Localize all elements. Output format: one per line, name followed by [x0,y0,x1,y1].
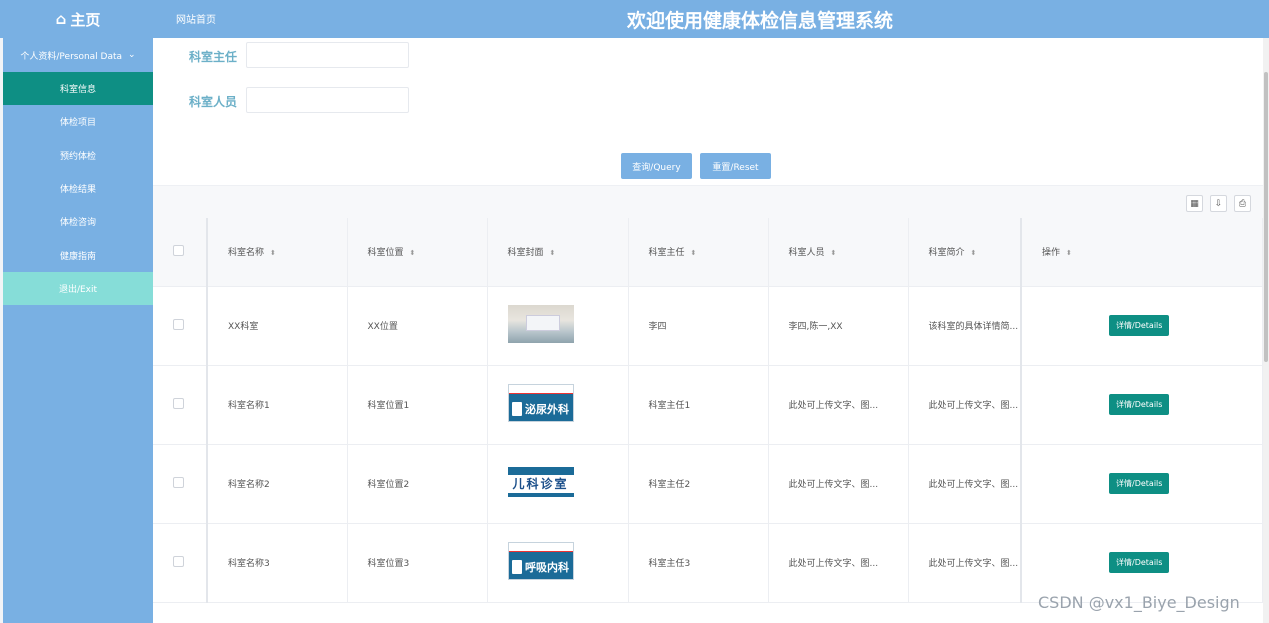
sort-icon: ⬍ [690,249,697,258]
chevron-down-icon: ⌄ [128,50,136,60]
sort-icon: ⬍ [549,249,556,258]
staff-input[interactable] [246,87,409,113]
cover-image [507,305,574,343]
column-header-actions[interactable]: 操作 ⬍ [1020,218,1263,287]
column-header-intro[interactable]: 科室简介 ⬍ [908,218,1022,287]
director-input[interactable] [246,42,409,68]
scrollbar-thumb[interactable] [1264,72,1268,362]
sidebar-item-exit[interactable]: 退出/Exit [3,271,153,306]
cell-name: 科室名称2 [207,444,348,524]
sort-icon: ⬍ [1066,249,1072,258]
department-table: 科室名称 ⬍ 科室位置 ⬍ 科室封面 ⬍ 科室主任 ⬍ 科室人员 ⬍ 科室简介 ⬍ 操作 ⬍ … [153,218,1263,603]
cover-image: 呼吸内科 [507,542,574,580]
sidebar-item-exam-results[interactable]: 体检结果 [3,172,153,205]
table-row: XX科室 XX位置 李四 李四,陈一,XX 该科室的具体详情简... 详情/De… [153,286,1263,366]
table-header-row: 科室名称 ⬍ 科室位置 ⬍ 科室封面 ⬍ 科室主任 ⬍ 科室人员 ⬍ 科室简介 ⬍ 操作 ⬍ [153,218,1263,287]
cell-location: 科室位置1 [347,365,488,445]
details-button[interactable]: 详情/Details [1109,315,1170,336]
sidebar-item-department-info[interactable]: 科室信息 [3,72,153,106]
app-frame: ⌂ 主页 网站首页 欢迎使用健康体检信息管理系统 个人资料/Personal D… [0,0,1269,623]
staff-label: 科室人员 [189,95,238,109]
row-checkbox[interactable] [173,476,184,488]
sidebar-item-health-guide[interactable]: 健康指南 [3,238,153,271]
row-checkbox[interactable] [173,318,184,330]
cell-director: 科室主任2 [628,444,769,524]
home-logo[interactable]: ⌂ 主页 [3,0,153,38]
cell-cover [487,286,629,366]
cell-location: XX位置 [347,286,488,366]
cell-name: 科室名称3 [207,523,348,603]
column-header-cover[interactable]: 科室封面 ⬍ [487,218,629,287]
cell-location: 科室位置2 [347,444,488,524]
sort-icon: ⬍ [409,249,416,258]
cell-staff: 此处可上传文字、图... [768,365,909,445]
sort-icon: ⬍ [270,249,276,258]
sidebar-item-exam-items[interactable]: 体检项目 [3,105,153,138]
details-button[interactable]: 详情/Details [1109,473,1170,494]
cell-director: 科室主任3 [628,523,769,603]
cell-director: 科室主任1 [628,365,769,445]
sort-icon: ⬍ [830,249,837,258]
query-button[interactable]: 查询/Query [621,153,692,179]
cell-staff: 李四,陈一,XX [768,286,909,366]
cell-staff: 此处可上传文字、图... [768,523,909,603]
table-row: 科室名称1 科室位置1 泌尿外科 科室主任1 此处可上传文字、图... 此处可上… [153,365,1263,445]
cell-cover: 泌尿外科 [487,365,629,445]
home-icon: ⌂ [55,10,67,28]
cell-director: 李四 [628,286,769,366]
column-header-name[interactable]: 科室名称 ⬍ [207,218,348,287]
cell-cover: 呼吸内科 [487,523,629,603]
column-header-staff[interactable]: 科室人员 ⬍ [768,218,909,287]
cell-intro: 此处可上传文字、图... [908,444,1022,524]
cell-staff: 此处可上传文字、图... [768,444,909,524]
cell-name: 科室名称1 [207,365,348,445]
table-toolbar: ▦ ⇩ ⎙ [153,185,1263,218]
cover-image: 泌尿外科 [507,384,574,422]
reset-button[interactable]: 重置/Reset [700,153,771,179]
cell-intro: 此处可上传文字、图... [908,523,1022,603]
cell-cover: 儿科诊室 [487,444,629,524]
sidebar-item-exam-consult[interactable]: 体检咨询 [3,205,153,238]
sidebar: 个人资料/Personal Data ⌄ 科室信息 体检项目 预约体检 体检结果… [3,38,153,623]
table-row: 科室名称2 科室位置2 儿科诊室 科室主任2 此处可上传文字、图... 此处可上… [153,444,1263,524]
watermark: CSDN @vx1_Biye_Design [1038,593,1240,612]
top-bar: ⌂ 主页 网站首页 欢迎使用健康体检信息管理系统 [0,0,1269,38]
row-checkbox[interactable] [173,555,184,567]
columns-icon[interactable]: ▦ [1186,195,1203,212]
details-button[interactable]: 详情/Details [1109,394,1170,415]
details-button[interactable]: 详情/Details [1109,552,1170,573]
cell-intro: 该科室的具体详情简... [908,286,1022,366]
cover-image: 儿科诊室 [507,467,574,497]
table-row: 科室名称3 科室位置3 呼吸内科 科室主任3 此处可上传文字、图... 此处可上… [153,523,1263,603]
header-checkbox-cell [153,218,208,287]
cell-intro: 此处可上传文字、图... [908,365,1022,445]
cell-location: 科室位置3 [347,523,488,603]
sidebar-item-book-exam[interactable]: 预约体检 [3,139,153,172]
column-header-location[interactable]: 科室位置 ⬍ [347,218,488,287]
column-header-director[interactable]: 科室主任 ⬍ [628,218,769,287]
home-label: 主页 [70,10,101,29]
row-checkbox[interactable] [173,397,184,409]
print-icon[interactable]: ⎙ [1234,195,1251,212]
main-content: 科室主任 科室人员 查询/Query 重置/Reset ▦ ⇩ ⎙ 科室名称 ⬍ … [153,38,1263,623]
system-title: 欢迎使用健康体检信息管理系统 [626,10,893,32]
director-label: 科室主任 [189,50,238,64]
sort-icon: ⬍ [970,249,977,258]
breadcrumb[interactable]: 网站首页 [176,11,216,26]
select-all-checkbox[interactable] [173,244,184,256]
cell-name: XX科室 [207,286,348,366]
export-icon[interactable]: ⇩ [1210,195,1227,212]
sidebar-group-label: 个人资料/Personal Data [20,51,123,62]
sidebar-group-personal-data[interactable]: 个人资料/Personal Data ⌄ [3,38,153,72]
